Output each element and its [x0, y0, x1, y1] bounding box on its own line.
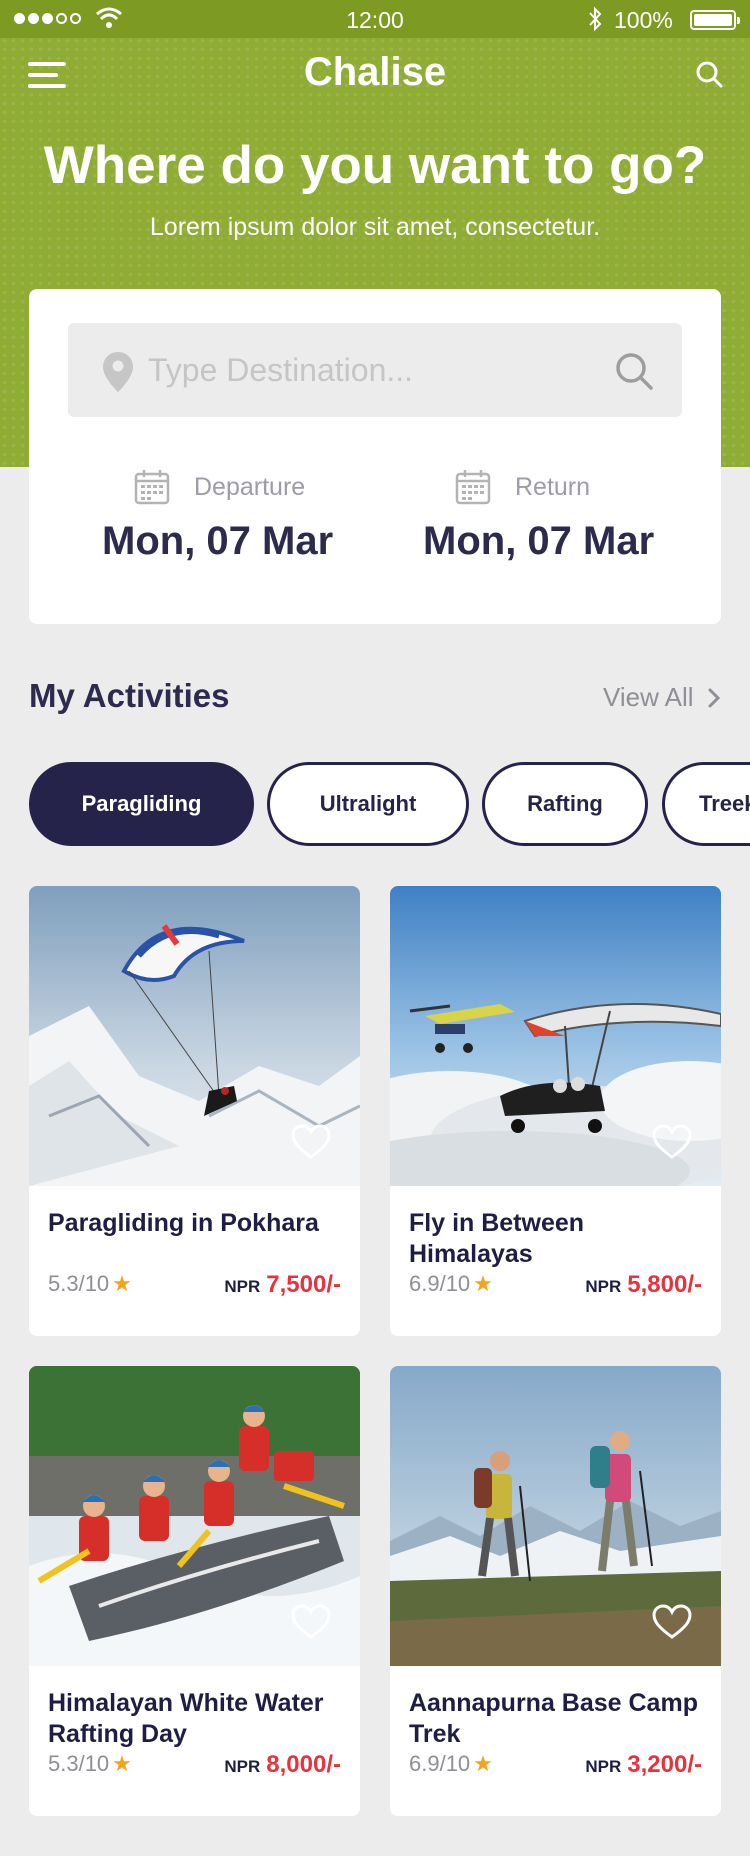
- chevron-right-icon: [708, 688, 720, 707]
- battery-icon: [690, 10, 740, 30]
- search-icon[interactable]: [695, 60, 723, 88]
- activity-card[interactable]: Fly in Between Himalayas 6.9/10 ★ NPR 5,80…: [390, 886, 721, 1336]
- card-rating: 6.9/10 ★: [409, 1271, 493, 1297]
- star-icon: ★: [112, 1271, 132, 1296]
- card-price: NPR 3,200/-: [585, 1751, 702, 1779]
- chip-treek[interactable]: Treek: [662, 762, 750, 846]
- currency: NPR: [585, 1757, 622, 1776]
- calendar-icon: [455, 470, 491, 505]
- star-icon: ★: [473, 1271, 493, 1296]
- return-date: Mon, 07 Mar: [423, 519, 655, 563]
- card-price: NPR 5,800/-: [585, 1271, 702, 1299]
- departure-date-picker[interactable]: Departure Mon, 07 Mar: [102, 469, 402, 584]
- activity-card[interactable]: Himalayan White Water Rafting Day 5.3/10…: [29, 1366, 360, 1816]
- heart-icon[interactable]: [291, 1124, 331, 1160]
- star-icon: ★: [473, 1751, 493, 1776]
- calendar-icon: [134, 470, 170, 505]
- view-all-link[interactable]: View All: [603, 682, 720, 713]
- search-card: Departure Mon, 07 Mar Return Mon, 07 Mar: [29, 289, 721, 624]
- price-value: 5,800/-: [627, 1271, 702, 1298]
- rating-value: 6.9/10: [409, 1271, 471, 1296]
- rating-value: 6.9/10: [409, 1751, 471, 1776]
- price-value: 8,000/-: [266, 1751, 341, 1778]
- return-date-picker[interactable]: Return Mon, 07 Mar: [423, 469, 723, 584]
- card-title: Himalayan White Water Rafting Day: [48, 1689, 324, 1748]
- bluetooth-icon: [589, 6, 602, 32]
- currency: NPR: [585, 1277, 622, 1296]
- chip-rafting[interactable]: Rafting: [482, 762, 648, 846]
- heart-icon[interactable]: [652, 1124, 692, 1160]
- price-value: 3,200/-: [627, 1751, 702, 1778]
- card-title: Aannapurna Base Camp Trek: [409, 1689, 698, 1748]
- star-icon: ★: [112, 1751, 132, 1776]
- destination-search[interactable]: [68, 323, 682, 417]
- card-rating: 6.9/10 ★: [409, 1751, 493, 1777]
- activity-filter-chips: Paragliding Ultralight Rafting Treek: [29, 762, 750, 846]
- battery-percent: 100%: [614, 7, 673, 33]
- card-rating: 5.3/10 ★: [48, 1271, 132, 1297]
- heart-icon[interactable]: [291, 1604, 331, 1640]
- return-label: Return: [515, 473, 591, 501]
- card-price: NPR 7,500/-: [224, 1271, 341, 1299]
- view-all-label: View All: [603, 682, 694, 712]
- destination-input[interactable]: [148, 347, 608, 393]
- page-subheadline: Lorem ipsum dolor sit amet, consectetur.: [149, 213, 601, 241]
- activity-card[interactable]: Aannapurna Base Camp Trek 6.9/10 ★ NPR 3,2…: [390, 1366, 721, 1816]
- heart-icon[interactable]: [652, 1604, 692, 1640]
- status-bar: 12:00 100%: [0, 0, 750, 38]
- currency: NPR: [224, 1757, 261, 1776]
- card-title: Paragliding in Pokhara: [48, 1209, 319, 1237]
- currency: NPR: [224, 1277, 261, 1296]
- price-value: 7,500/-: [266, 1271, 341, 1298]
- departure-label: Departure: [194, 473, 306, 501]
- chip-paragliding[interactable]: Paragliding: [29, 762, 254, 846]
- card-rating: 5.3/10 ★: [48, 1751, 132, 1777]
- section-title: My Activities: [29, 677, 230, 714]
- card-title: Fly in Between Himalayas: [409, 1209, 585, 1268]
- rating-value: 5.3/10: [48, 1271, 110, 1296]
- search-icon[interactable]: [614, 351, 654, 391]
- app-title: Chalise: [303, 50, 447, 94]
- departure-date: Mon, 07 Mar: [102, 519, 334, 563]
- location-pin-icon: [103, 352, 133, 392]
- activity-card[interactable]: Paragliding in Pokhara 5.3/10 ★ NPR 7,500/…: [29, 886, 360, 1336]
- page-headline: Where do you want to go?: [43, 136, 707, 195]
- chip-ultralight[interactable]: Ultralight: [267, 762, 469, 846]
- rating-value: 5.3/10: [48, 1751, 110, 1776]
- card-price: NPR 8,000/-: [224, 1751, 341, 1779]
